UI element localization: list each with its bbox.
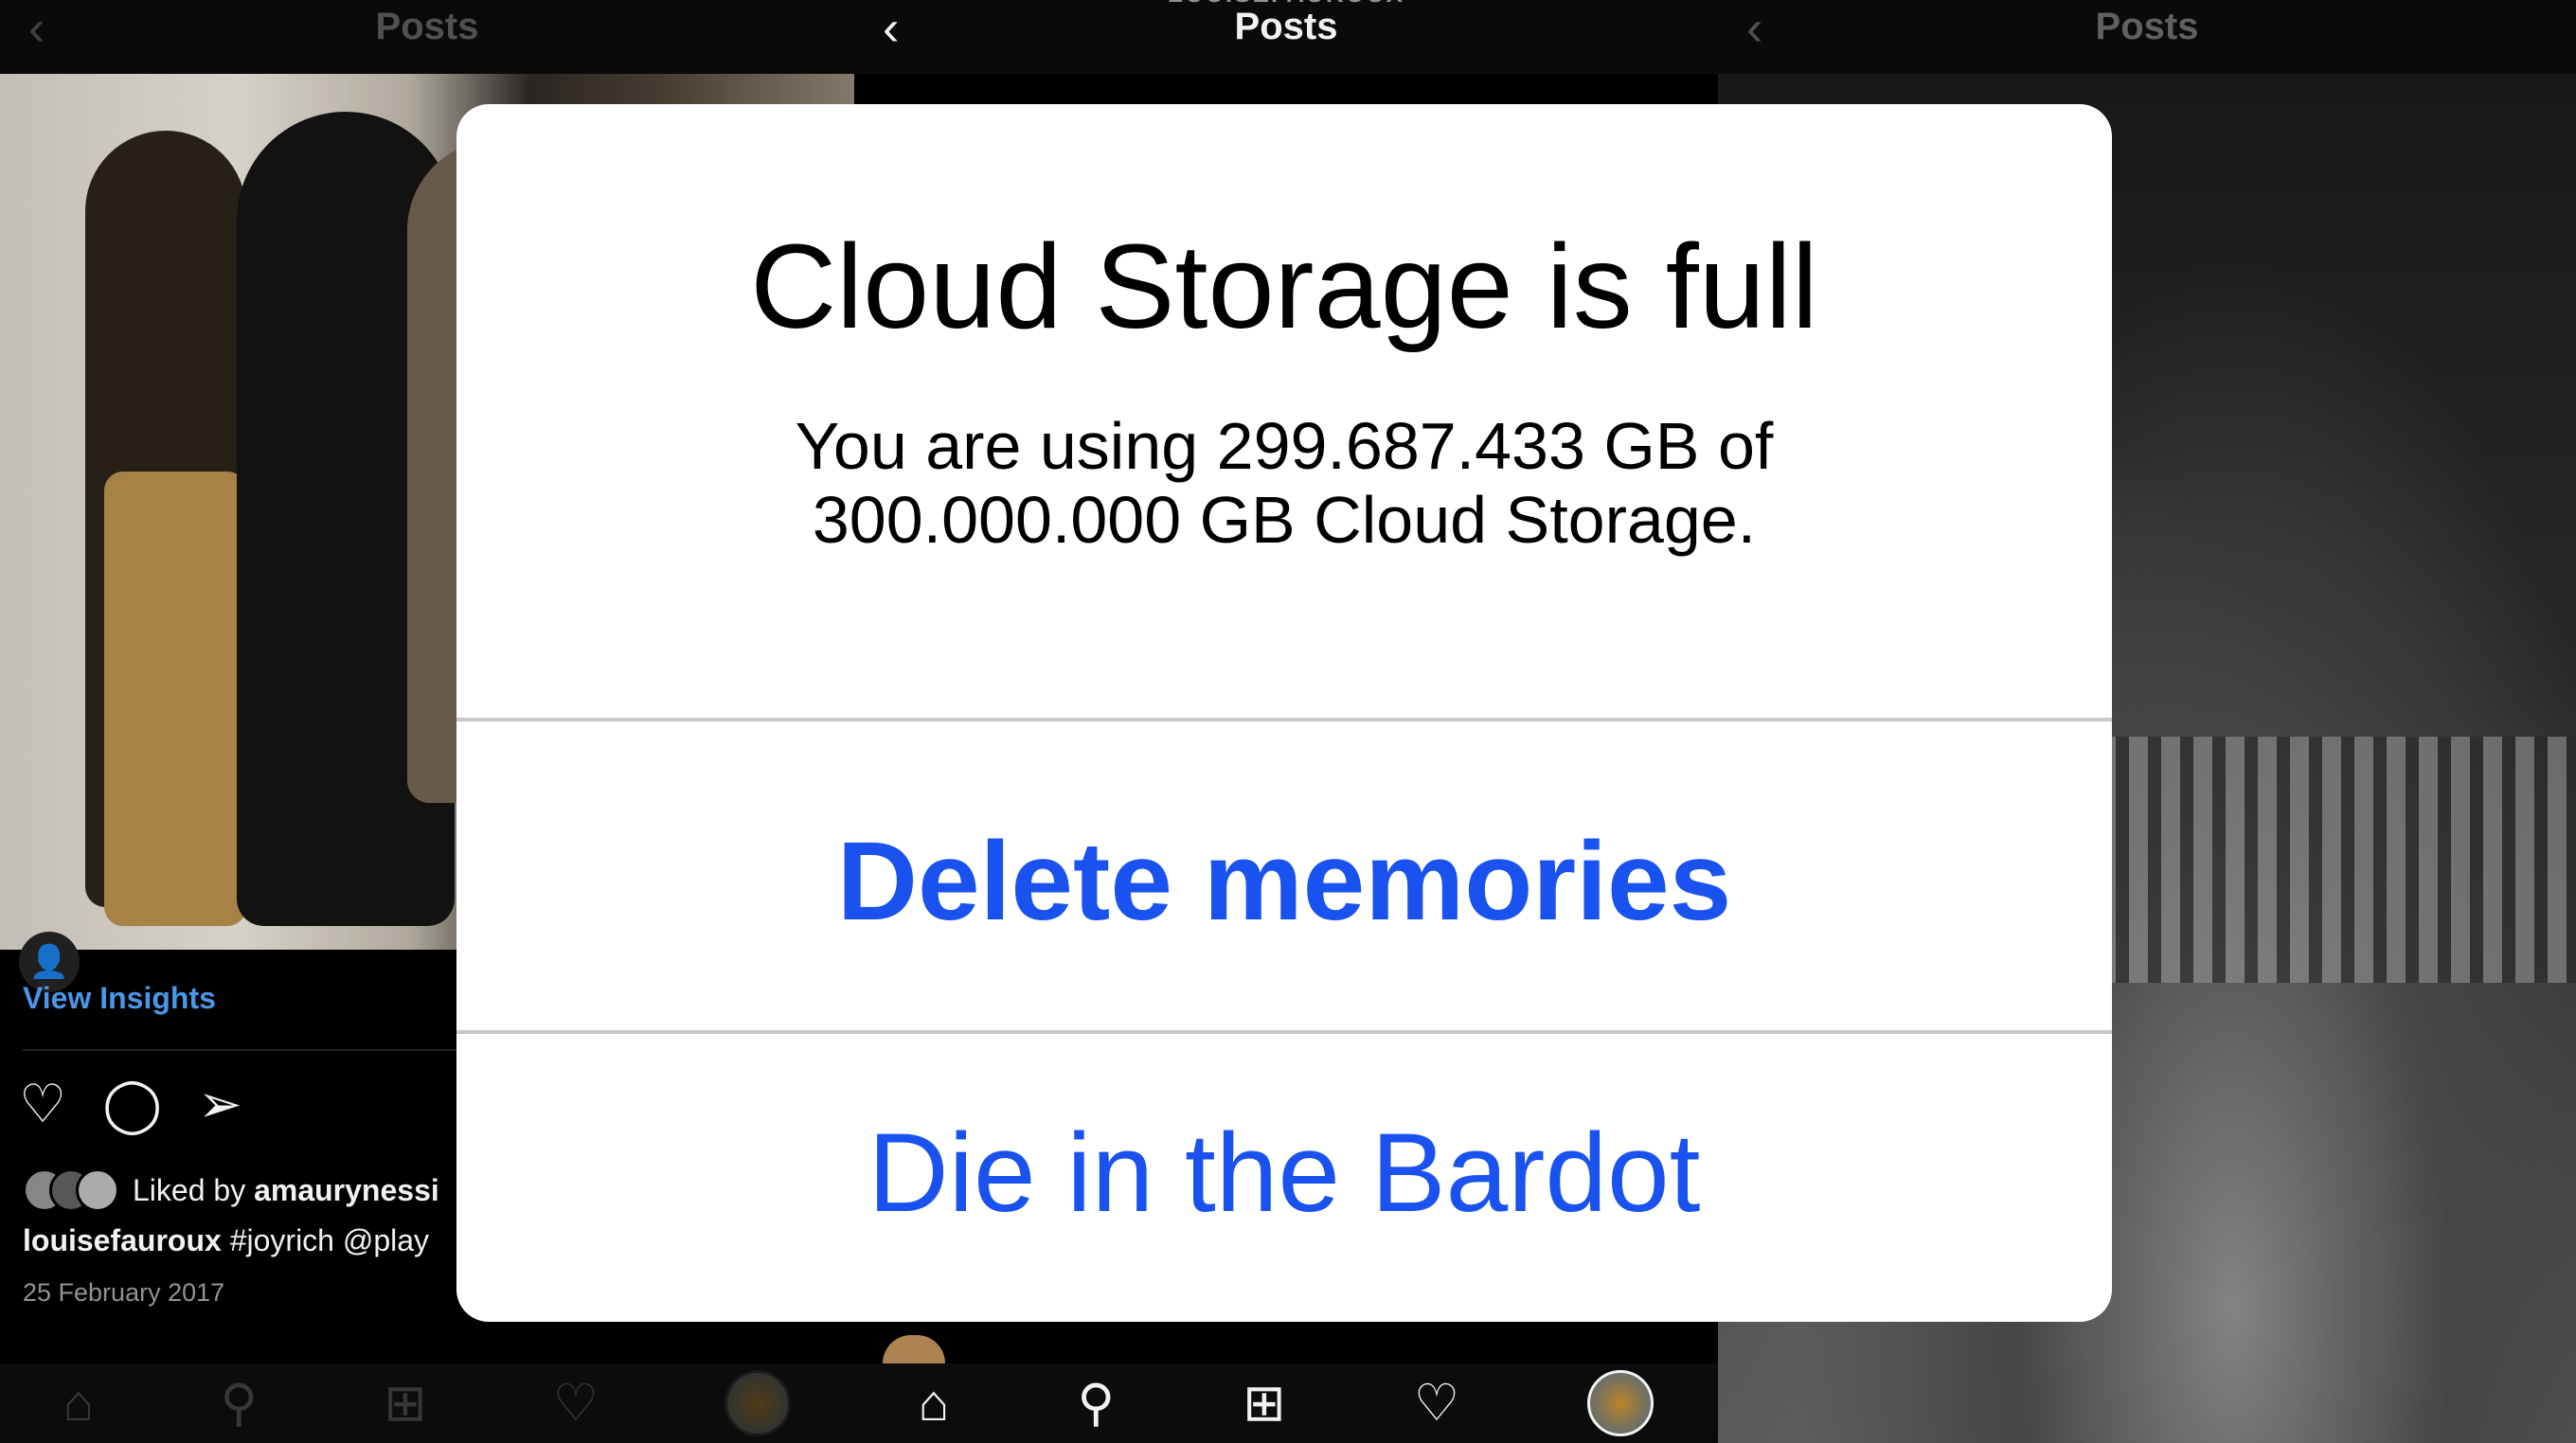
- alert-title: Cloud Storage is full: [750, 220, 1818, 353]
- alert-divider: [456, 1030, 2112, 1034]
- alert-divider: [456, 718, 2112, 722]
- cloud-storage-alert: Cloud Storage is full You are using 299.…: [456, 104, 2112, 1322]
- delete-memories-button[interactable]: Delete memories: [456, 826, 2112, 937]
- die-in-the-bardot-button[interactable]: Die in the Bardot: [456, 1117, 2112, 1229]
- alert-message: You are using 299.687.433 GB of 300.000.…: [795, 409, 1774, 557]
